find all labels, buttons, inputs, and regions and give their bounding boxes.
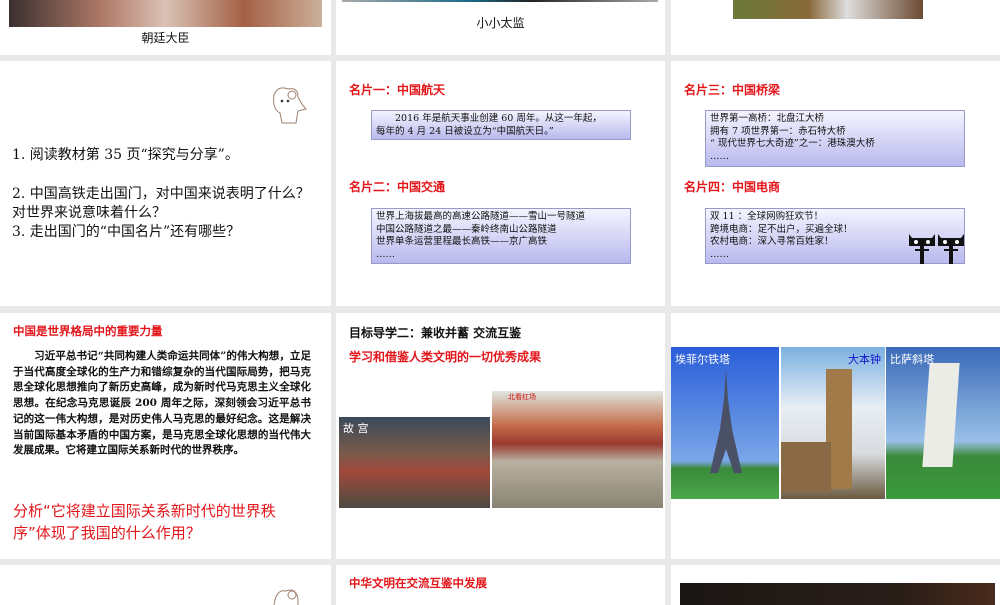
- card-title: 名片三：中国桥梁: [684, 83, 781, 97]
- slide-caption: 小小太监: [476, 16, 525, 30]
- pisa-tower-photo: 比萨斜塔: [886, 347, 1000, 499]
- photo-label: 故 宫: [343, 422, 369, 435]
- eunuch-photo: [342, 0, 658, 2]
- slide-title: 中国是世界格局中的重要力量: [13, 324, 163, 338]
- slide-body: 习近平总书记“共同构建人类命运共同体”的伟大构想，立足于当代高度全球化的生产力和…: [13, 350, 311, 457]
- dark-photo: [680, 583, 995, 605]
- train-photo: [733, 0, 923, 19]
- big-ben-photo: 大本钟: [781, 347, 885, 499]
- slide-thumbnail-row4-2[interactable]: 中华文明在交流互鉴中发展: [336, 565, 665, 605]
- eiffel-tower-photo: 埃菲尔铁塔: [671, 347, 779, 499]
- slide-thumbnail-train[interactable]: [671, 0, 1000, 55]
- red-square-photo: 北看红场: [492, 391, 663, 508]
- card-title: 名片四：中国电商: [684, 180, 781, 194]
- card-box: 世界上海拔最高的高速公路隧道——雪山一号隧道 中国公路隧道之最——秦岭终南山公路…: [371, 208, 631, 264]
- slide-thumbnail-landmarks[interactable]: 埃菲尔铁塔 大本钟 比萨斜塔: [671, 313, 1000, 559]
- slide-thumbnail-world-power[interactable]: 中国是世界格局中的重要力量 习近平总书记“共同构建人类命运共同体”的伟大构想，立…: [0, 313, 331, 559]
- slide-title: 中华文明在交流互鉴中发展: [349, 576, 487, 590]
- card-line: 世界上海拔最高的高速公路隧道——雪山一号隧道: [376, 211, 586, 222]
- question-3: 3. 走出国门的“中国名片”还有哪些？: [12, 224, 241, 240]
- card-box: 世界第一高桥：北盘江大桥 拥有 7 项世界第一：赤石特大桥 “ 现代世界七大奇迹…: [705, 110, 965, 167]
- slide-thumbnail-questions[interactable]: 1. 阅读教材第 35 页“探究与分享”。 2. 中国高铁走出国门，对中国来说表…: [0, 61, 331, 306]
- slide-thumbnail-china-cards-b[interactable]: 名片三：中国桥梁 世界第一高桥：北盘江大桥 拥有 7 项世界第一：赤石特大桥 “…: [671, 61, 1000, 306]
- card-title: 名片二：中国交通: [349, 180, 446, 194]
- card-line: 双 11 ：全球网购狂欢节！: [710, 211, 824, 222]
- card-box: 2016 年是航天事业创建 60 周年。从这一年起， 每年的 4 月 24 日被…: [371, 110, 631, 140]
- ministers-photo: [9, 0, 322, 27]
- card-line: 中国公路隧道之最——秦岭终南山公路隧道: [376, 223, 557, 235]
- card-title: 名片一：中国航天: [349, 83, 446, 97]
- card-line: 2016 年是航天事业创建 60 周年。从这一年起，: [376, 113, 602, 124]
- card-line: 世界第一高桥：北盘江大桥: [710, 113, 825, 124]
- slide-caption: 朝廷大臣: [141, 31, 190, 45]
- photo-label: 比萨斜塔: [890, 353, 934, 366]
- slide-subtitle: 学习和借鉴人类文明的一切优秀成果: [349, 350, 542, 364]
- photo-label: 大本钟: [848, 353, 881, 366]
- slide-thumbnail-learning[interactable]: 目标导学二：兼收并蓄 交流互鉴 学习和借鉴人类文明的一切优秀成果 故 宫 北看红…: [336, 313, 665, 559]
- slide-title: 目标导学二：兼收并蓄 交流互鉴: [349, 326, 522, 340]
- card-line: 世界单条运营里程最长高铁——京广高铁: [376, 236, 548, 247]
- forbidden-city-photo: 故 宫: [339, 417, 490, 508]
- slide-thumbnail-ministers[interactable]: 朝廷大臣: [0, 0, 331, 55]
- slide-thumbnail-row4-3[interactable]: [671, 565, 1000, 605]
- question-1: 1. 阅读教材第 35 页“探究与分享”。: [12, 147, 239, 163]
- photo-label: 北看红场: [508, 393, 536, 401]
- mascot-icon: [268, 83, 308, 125]
- slide-thumbnail-row4-1[interactable]: [0, 565, 331, 605]
- question-2: 2. 中国高铁走出国门，对中国来说表明了什么？对世界来说意味着什么？: [12, 186, 310, 221]
- slide-thumbnail-eunuch[interactable]: 小小太监: [336, 0, 665, 55]
- card-line: 拥有 7 项世界第一：赤石特大桥: [710, 125, 846, 137]
- photo-label: 埃菲尔铁塔: [675, 353, 730, 366]
- card-line: ……: [710, 150, 729, 162]
- slide-question: 分析“它将建立国际关系新时代的世界秩序”体现了我国的什么作用？: [13, 502, 276, 542]
- card-line: 每年的 4 月 24 日被设立为“中国航天日。”: [376, 125, 554, 137]
- tmall-cat-icon: [908, 232, 966, 264]
- card-line: ……: [376, 248, 395, 260]
- card-line: “ 现代世界七大奇迹”之一：港珠澳大桥: [710, 138, 875, 149]
- slide-thumbnail-china-cards-a[interactable]: 名片一：中国航天 2016 年是航天事业创建 60 周年。从这一年起， 每年的 …: [336, 61, 665, 306]
- mascot-icon: [268, 585, 308, 605]
